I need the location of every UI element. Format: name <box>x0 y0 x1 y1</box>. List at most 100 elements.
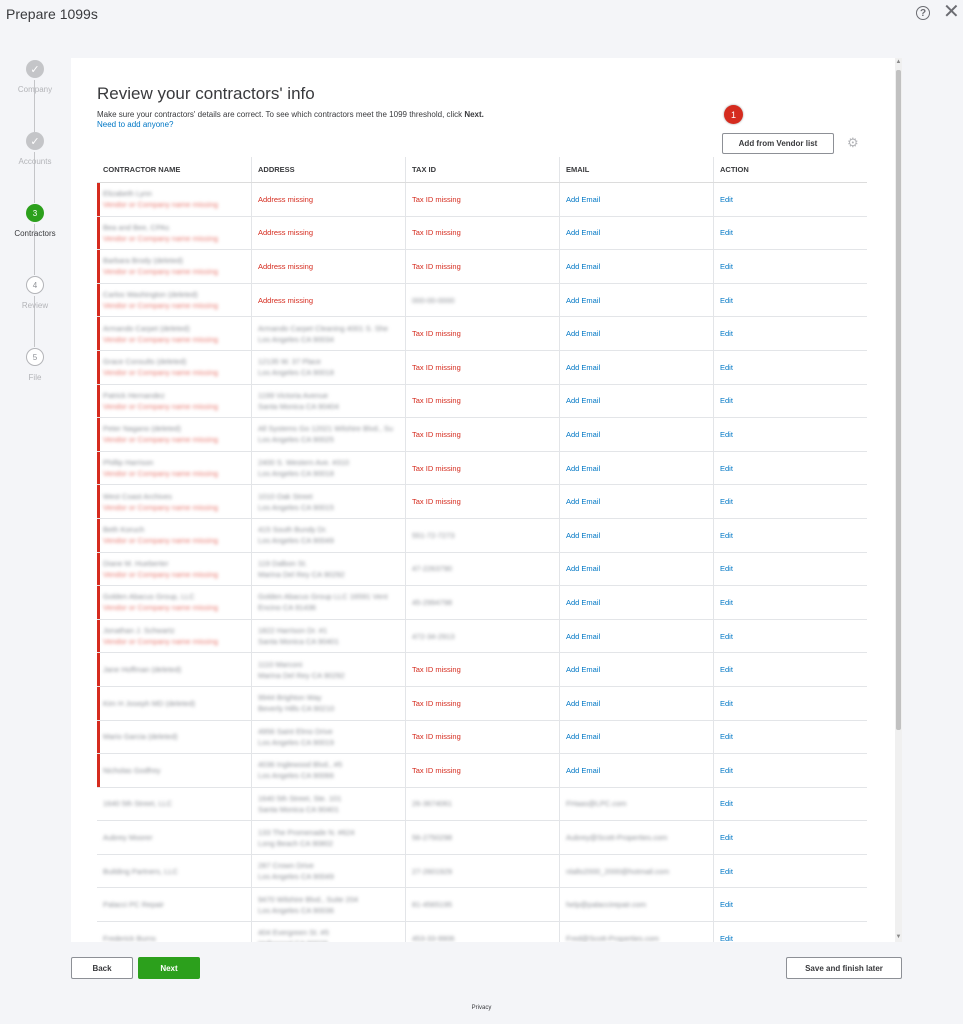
add-email-link[interactable]: Add Email <box>566 497 713 506</box>
tax-id-cell: 000-00-0000 <box>406 283 560 317</box>
contractor-name: Diane M. Hueberter <box>103 558 169 568</box>
add-email-link[interactable]: Add Email <box>566 632 713 641</box>
edit-link[interactable]: Edit <box>720 228 867 237</box>
contractor-name-cell: Barbara Brody (deleted) Vendor or Company… <box>97 250 252 283</box>
edit-link[interactable]: Edit <box>720 564 867 573</box>
add-email-link[interactable]: Add Email <box>566 766 713 775</box>
save-and-finish-later-button[interactable]: Save and finish later <box>786 957 902 979</box>
address-missing-text: Address missing <box>258 228 314 238</box>
address-cell: 1822 Harrison Dr. #1 Santa Monica CA 9040… <box>252 619 406 653</box>
edit-link[interactable]: Edit <box>720 363 867 372</box>
tax-id-value: Tax ID missing <box>412 194 461 204</box>
add-email-link[interactable]: Add Email <box>566 396 713 405</box>
tax-id-value: 47-2263790 <box>412 564 453 574</box>
address-line-2: Marina Del Rey CA 90292 <box>258 670 345 680</box>
address-cell: Address missing <box>252 183 406 216</box>
edit-link[interactable]: Edit <box>720 497 867 506</box>
privacy-link[interactable]: Privacy <box>0 1005 963 1011</box>
edit-link[interactable]: Edit <box>720 934 867 942</box>
add-email-link[interactable]: Add Email <box>566 598 713 607</box>
address-line-1: 404 Evergreen St. #5 <box>258 928 329 938</box>
tax-id-value: Tax ID missing <box>412 261 461 271</box>
action-cell: Edit <box>714 284 867 317</box>
contractor-name: Carlos Washington (deleted) <box>103 290 198 300</box>
add-anyone-link[interactable]: Need to add anyone? <box>97 120 174 129</box>
action-cell: Edit <box>714 821 867 854</box>
add-email-link[interactable]: Add Email <box>566 464 713 473</box>
edit-link[interactable]: Edit <box>720 195 867 204</box>
add-email-link[interactable]: Add Email <box>566 699 713 708</box>
next-button[interactable]: Next <box>138 957 200 979</box>
edit-link[interactable]: Edit <box>720 867 867 876</box>
close-icon[interactable]: ✕ <box>943 2 960 22</box>
contractor-name-cell: Golden Abacus Group, LLC Vendor or Compan… <box>97 586 252 619</box>
step-done-check-icon: ✓ <box>26 132 44 150</box>
add-email-link[interactable]: Add Email <box>566 363 713 372</box>
email-cell: Add Email <box>560 451 714 485</box>
table-body: Elizabeth Lynn Vendor or Company name mis… <box>97 183 867 942</box>
add-email-link[interactable]: Add Email <box>566 665 713 674</box>
address-line-1: 4036 Inglewood Blvd., #5 <box>258 760 343 770</box>
action-cell: Edit <box>714 385 867 418</box>
edit-link[interactable]: Edit <box>720 900 867 909</box>
email-cell: Add Email <box>560 250 714 283</box>
add-email-link[interactable]: Add Email <box>566 329 713 338</box>
tax-id-cell: 81-4565195 <box>406 888 560 922</box>
add-from-vendor-list-button[interactable]: Add from Vendor list <box>722 133 834 154</box>
address-cell: Address missing <box>252 250 406 283</box>
add-email-link[interactable]: Add Email <box>566 228 713 237</box>
address-line-1: 119 Dalbon St. <box>258 558 308 568</box>
edit-link[interactable]: Edit <box>720 430 867 439</box>
edit-link[interactable]: Edit <box>720 464 867 473</box>
address-line-2: Los Angeles CA 90019 <box>258 737 334 747</box>
gear-icon[interactable]: ⚙ <box>847 136 861 150</box>
action-cell: Edit <box>714 553 867 586</box>
address-line-2: Los Angeles CA 90034 <box>258 334 334 344</box>
address-cell: 287 Crown Drive Los Angeles CA 90049 <box>252 854 406 888</box>
scroll-up-arrow-icon[interactable]: ▲ <box>895 59 902 65</box>
edit-link[interactable]: Edit <box>720 766 867 775</box>
edit-link[interactable]: Edit <box>720 632 867 641</box>
step-number: 3 <box>26 204 44 222</box>
add-email-link[interactable]: Add Email <box>566 262 713 271</box>
address-missing-text: Address missing <box>258 261 314 271</box>
scroll-down-arrow-icon[interactable]: ▼ <box>895 934 902 940</box>
add-email-link[interactable]: Add Email <box>566 732 713 741</box>
edit-link[interactable]: Edit <box>720 799 867 808</box>
edit-link[interactable]: Edit <box>720 329 867 338</box>
step-label: Accounts <box>18 157 52 166</box>
table-row: Kim H Joseph MD (deleted) 9944 Brighton W… <box>97 686 867 721</box>
add-email-link[interactable]: Add Email <box>566 564 713 573</box>
scrollbar-thumb[interactable] <box>896 70 901 730</box>
action-cell: Edit <box>714 485 867 518</box>
edit-link[interactable]: Edit <box>720 665 867 674</box>
email-cell: Add Email <box>560 686 714 720</box>
step-label: Review <box>21 301 49 310</box>
edit-link[interactable]: Edit <box>720 732 867 741</box>
edit-link[interactable]: Edit <box>720 531 867 540</box>
add-email-link[interactable]: Add Email <box>566 296 713 305</box>
edit-link[interactable]: Edit <box>720 598 867 607</box>
add-email-link[interactable]: Add Email <box>566 430 713 439</box>
table-row: Elizabeth Lynn Vendor or Company name mis… <box>97 183 867 217</box>
back-button[interactable]: Back <box>71 957 133 979</box>
action-cell: Edit <box>714 217 867 250</box>
edit-link[interactable]: Edit <box>720 833 867 842</box>
address-line-2: Los Angeles CA 90015 <box>258 502 334 512</box>
help-icon[interactable]: ? <box>916 6 930 20</box>
edit-link[interactable]: Edit <box>720 396 867 405</box>
contractor-name: Armando Carpet (deleted) <box>103 323 190 333</box>
add-email-link[interactable]: Add Email <box>566 195 713 204</box>
action-cell: Edit <box>714 855 867 888</box>
action-cell: Edit <box>714 620 867 653</box>
add-email-link[interactable]: Add Email <box>566 531 713 540</box>
email-cell: Add Email <box>560 518 714 552</box>
edit-link[interactable]: Edit <box>720 262 867 271</box>
email-cell: Add Email <box>560 216 714 250</box>
edit-link[interactable]: Edit <box>720 699 867 708</box>
contractor-name-cell: Diane M. Hueberter Vendor or Company name… <box>97 552 252 586</box>
action-cell: Edit <box>714 183 867 216</box>
address-line-1: 415 South Bundy Dr. <box>258 525 328 535</box>
table-row: Jonathan J. Schwartz Vendor or Company na… <box>97 619 867 654</box>
edit-link[interactable]: Edit <box>720 296 867 305</box>
